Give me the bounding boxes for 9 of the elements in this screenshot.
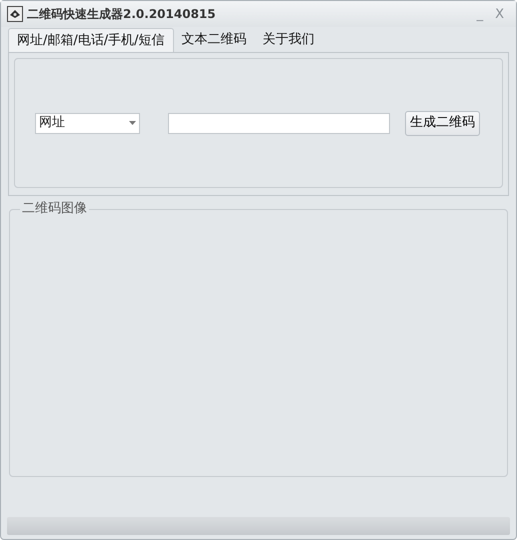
app-icon xyxy=(7,6,23,22)
caret-icon xyxy=(129,121,136,125)
tab[interactable]: 关于我们 xyxy=(254,28,323,52)
window-title: 二维码快速生成器2.0.20140815 xyxy=(27,6,216,23)
generate-button[interactable]: 生成二维码 xyxy=(405,110,480,136)
input-field[interactable] xyxy=(168,112,390,134)
tab[interactable]: 网址/邮箱/电话/手机/短信 xyxy=(8,28,174,52)
tab[interactable]: 文本二维码 xyxy=(174,28,255,52)
type-dropdown[interactable]: 网址 xyxy=(35,112,140,134)
